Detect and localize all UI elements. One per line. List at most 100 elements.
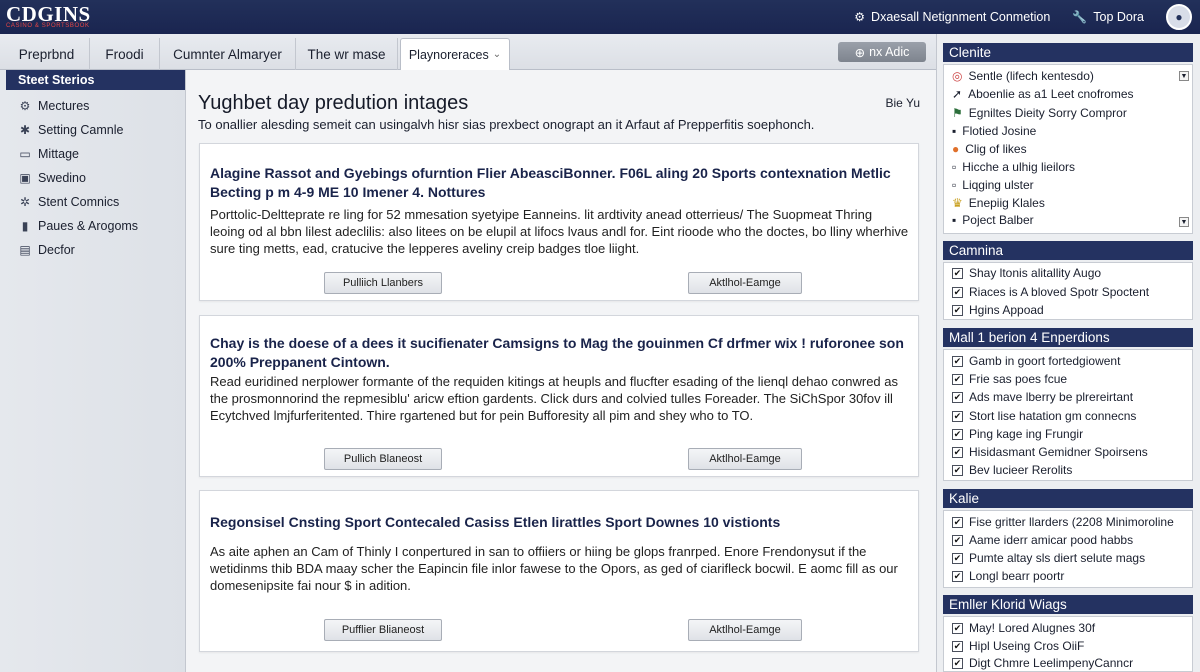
sidebar-item-label: Mectures	[38, 99, 90, 113]
checkbox-item[interactable]: ✔ Aame iderr amicar pood habbs	[952, 531, 1133, 549]
article-title[interactable]: Alagine Rassot and Gyebings ofurntion Fl…	[210, 164, 910, 202]
checkbox-item[interactable]: ✔ Stort lise hatation gm connecns	[952, 407, 1136, 425]
checkbox-item[interactable]: ✔ Shay ltonis alitallity Augo	[952, 264, 1101, 282]
checkbox[interactable]: ✔	[952, 286, 963, 298]
tab-playnoreraces[interactable]: Playnoreraces ⌄	[400, 38, 510, 70]
action-button[interactable]: Aktlhol-Eamge	[688, 272, 802, 294]
checkbox[interactable]: ✔	[952, 570, 963, 582]
sidebar-item-setting-camnle[interactable]: ✱ Setting Camnle	[0, 118, 185, 142]
checkbox-item[interactable]: ✔ Riaces is A bloved Spotr Spoctent	[952, 283, 1149, 301]
list-item-label: Aboenlie as a1 Leet cnofromes	[968, 87, 1134, 101]
checkbox-item[interactable]: ✔ Frie sas poes fcue	[952, 370, 1067, 388]
article-title[interactable]: Chay is the doese of a dees it sucifiena…	[210, 334, 910, 372]
checkbox[interactable]: ✔	[952, 410, 963, 422]
checkbox-item[interactable]: ✔ Longl bearr poortr	[952, 567, 1064, 585]
checkbox-item[interactable]: ✔ Fise gritter llarders (2208 Minimorolin…	[952, 513, 1174, 531]
sidebar-item-decfor[interactable]: ▤ Decfor	[0, 238, 185, 262]
top-bar: CDGINS CASINO & SPORTSBOOK ⚙ Dxaesall Ne…	[0, 0, 1200, 34]
chevron-down-icon: ▼	[1180, 72, 1188, 80]
right-panel: Clenite ◎ Sentle (lifech kentesdo) ➚ Aboen…	[936, 34, 1200, 672]
checkbox-item[interactable]: ✔ Hisidasmant Gemidner Spoirsens	[952, 443, 1148, 461]
list-item[interactable]: ▫ Hicche a ulhig lieilors	[952, 158, 1075, 176]
checkbox[interactable]: ✔	[952, 622, 963, 634]
list-item[interactable]: ▪ Flotied Josine	[952, 122, 1036, 140]
button-label: Pullich Blaneost	[343, 453, 423, 465]
button-label: Pufflier Blianeost	[341, 624, 425, 636]
checkbox-label: Fise gritter llarders (2208 Minimoroline	[969, 515, 1174, 529]
scroll-up-arrow[interactable]: ▼	[1179, 71, 1189, 81]
gear-icon: ⚙	[19, 99, 31, 113]
avatar[interactable]: ●	[1166, 4, 1192, 30]
checkbox[interactable]: ✔	[952, 304, 963, 316]
section-header-world-wiags: Emller Klorid Wiags	[943, 595, 1193, 614]
list-item-label: Egniltes Dieity Sorry Compror	[968, 106, 1127, 120]
checkbox[interactable]: ✔	[952, 464, 963, 476]
add-button[interactable]: ⊕ nx Adic	[838, 42, 926, 62]
sidebar-item-swedino[interactable]: ▣ Swedino	[0, 166, 185, 190]
section-title: Mall 1 berion 4 Enperdions	[949, 330, 1110, 345]
list-item[interactable]: ◎ Sentle (lifech kentesdo)	[952, 67, 1094, 85]
action-button[interactable]: Aktlhol-Eamge	[688, 619, 802, 641]
sidebar-item-label: Mittage	[38, 147, 79, 161]
section-header-clenite: Clenite	[943, 43, 1193, 62]
connection-link[interactable]: ⚙ Dxaesall Netignment Conmetion	[854, 10, 1050, 24]
tab-preprbnd[interactable]: Preprbnd	[4, 38, 90, 70]
window-icon: ▤	[19, 243, 31, 257]
checkbox-item[interactable]: ✔ Bev lucieer Rerolits	[952, 461, 1072, 479]
checkbox[interactable]: ✔	[952, 428, 963, 440]
checkbox-label: Hgins Appoad	[969, 303, 1044, 317]
list-item[interactable]: ● Clig of likes	[952, 140, 1027, 158]
checkbox[interactable]: ✔	[952, 446, 963, 458]
list-item[interactable]: ➚ Aboenlie as a1 Leet cnofromes	[952, 85, 1134, 103]
user-menu[interactable]: 🔧 Top Dora	[1072, 10, 1144, 24]
checkbox-label: Longl bearr poortr	[969, 569, 1065, 583]
logo[interactable]: CDGINS CASINO & SPORTSBOOK	[6, 2, 91, 30]
checkbox[interactable]: ✔	[952, 391, 963, 403]
checkbox-label: Frie sas poes fcue	[969, 372, 1068, 386]
list-item[interactable]: ⚑ Egniltes Dieity Sorry Compror	[952, 104, 1127, 122]
checkbox-item[interactable]: ✔ May! Lored Alugnes 30f	[952, 619, 1095, 637]
checkbox-item[interactable]: ✔ Hipl Useing Cros OiiF	[952, 637, 1084, 655]
checkbox[interactable]: ✔	[952, 640, 963, 652]
list-item[interactable]: ▪ Poject Balber	[952, 211, 1034, 229]
checkbox[interactable]: ✔	[952, 534, 963, 546]
sidebar-item-mectures[interactable]: ⚙ Mectures	[0, 94, 185, 118]
sidebar-item-stent-comnics[interactable]: ✲ Stent Comnics	[0, 190, 185, 214]
sidebar-item-mittage[interactable]: ▭ Mittage	[0, 142, 185, 166]
user-icon: ●	[1175, 10, 1183, 24]
checkbox-label: Hipl Useing Cros OiiF	[969, 639, 1085, 653]
checkbox[interactable]: ✔	[952, 657, 963, 669]
add-button-label: nx Adic	[869, 45, 910, 59]
checkbox[interactable]: ✔	[952, 355, 963, 367]
checkbox[interactable]: ✔	[952, 373, 963, 385]
checkbox-item[interactable]: ✔ Gamb in goort fortedgiowent	[952, 352, 1120, 370]
article-body: Read euridined nerplower formante of the…	[210, 374, 898, 423]
action-button[interactable]: Aktlhol-Eamge	[688, 448, 802, 470]
publish-button[interactable]: Pullich Blaneost	[324, 448, 442, 470]
list-item[interactable]: ▫ Liqging ulster	[952, 176, 1034, 194]
checkbox[interactable]: ✔	[952, 552, 963, 564]
sidebar-item-label: Decfor	[38, 243, 75, 257]
tab-froodi[interactable]: Froodi	[90, 38, 160, 70]
scroll-down-arrow[interactable]: ▼	[1179, 217, 1189, 227]
tab-the-wr-mase[interactable]: The wr mase	[296, 38, 398, 70]
tab-label: Cumnter Almaryer	[173, 46, 282, 62]
sidebar-item-paues-arogoms[interactable]: ▮ Paues & Arogoms	[0, 214, 185, 238]
article-card: Alagine Rassot and Gyebings ofurntion Fl…	[199, 143, 919, 301]
checkbox-item[interactable]: ✔ Digt Chmre LeelimpenyCanncr	[952, 654, 1133, 672]
tab-cumnter-almaryer[interactable]: Cumnter Almaryer	[160, 38, 296, 70]
checkbox-item[interactable]: ✔ Hgins Appoad	[952, 301, 1044, 319]
checkbox[interactable]: ✔	[952, 516, 963, 528]
main-content: Yughbet day predution intages Bie Yu To …	[186, 70, 936, 672]
world-wiags-list: ✔ May! Lored Alugnes 30f ✔ Hipl Useing Cro…	[943, 616, 1193, 672]
checkbox-item[interactable]: ✔ Pumte altay sls diert selute mags	[952, 549, 1145, 567]
article-title[interactable]: Regonsisel Cnsting Sport Contecaled Casi…	[210, 513, 910, 532]
checkbox-item[interactable]: ✔ Ads mave lberry be plrereirtant	[952, 388, 1133, 406]
publish-button[interactable]: Pufflier Blianeost	[324, 619, 442, 641]
publish-button[interactable]: Pulliich Llanbers	[324, 272, 442, 294]
logo-text: CDGINS	[6, 2, 91, 26]
list-item[interactable]: ♛ Enepiig Klales	[952, 194, 1045, 212]
checkbox-item[interactable]: ✔ Ping kage ing Frungir	[952, 425, 1083, 443]
checkbox[interactable]: ✔	[952, 267, 963, 279]
sidebar-item-steet-sterios[interactable]: Steet Sterios	[6, 70, 185, 90]
